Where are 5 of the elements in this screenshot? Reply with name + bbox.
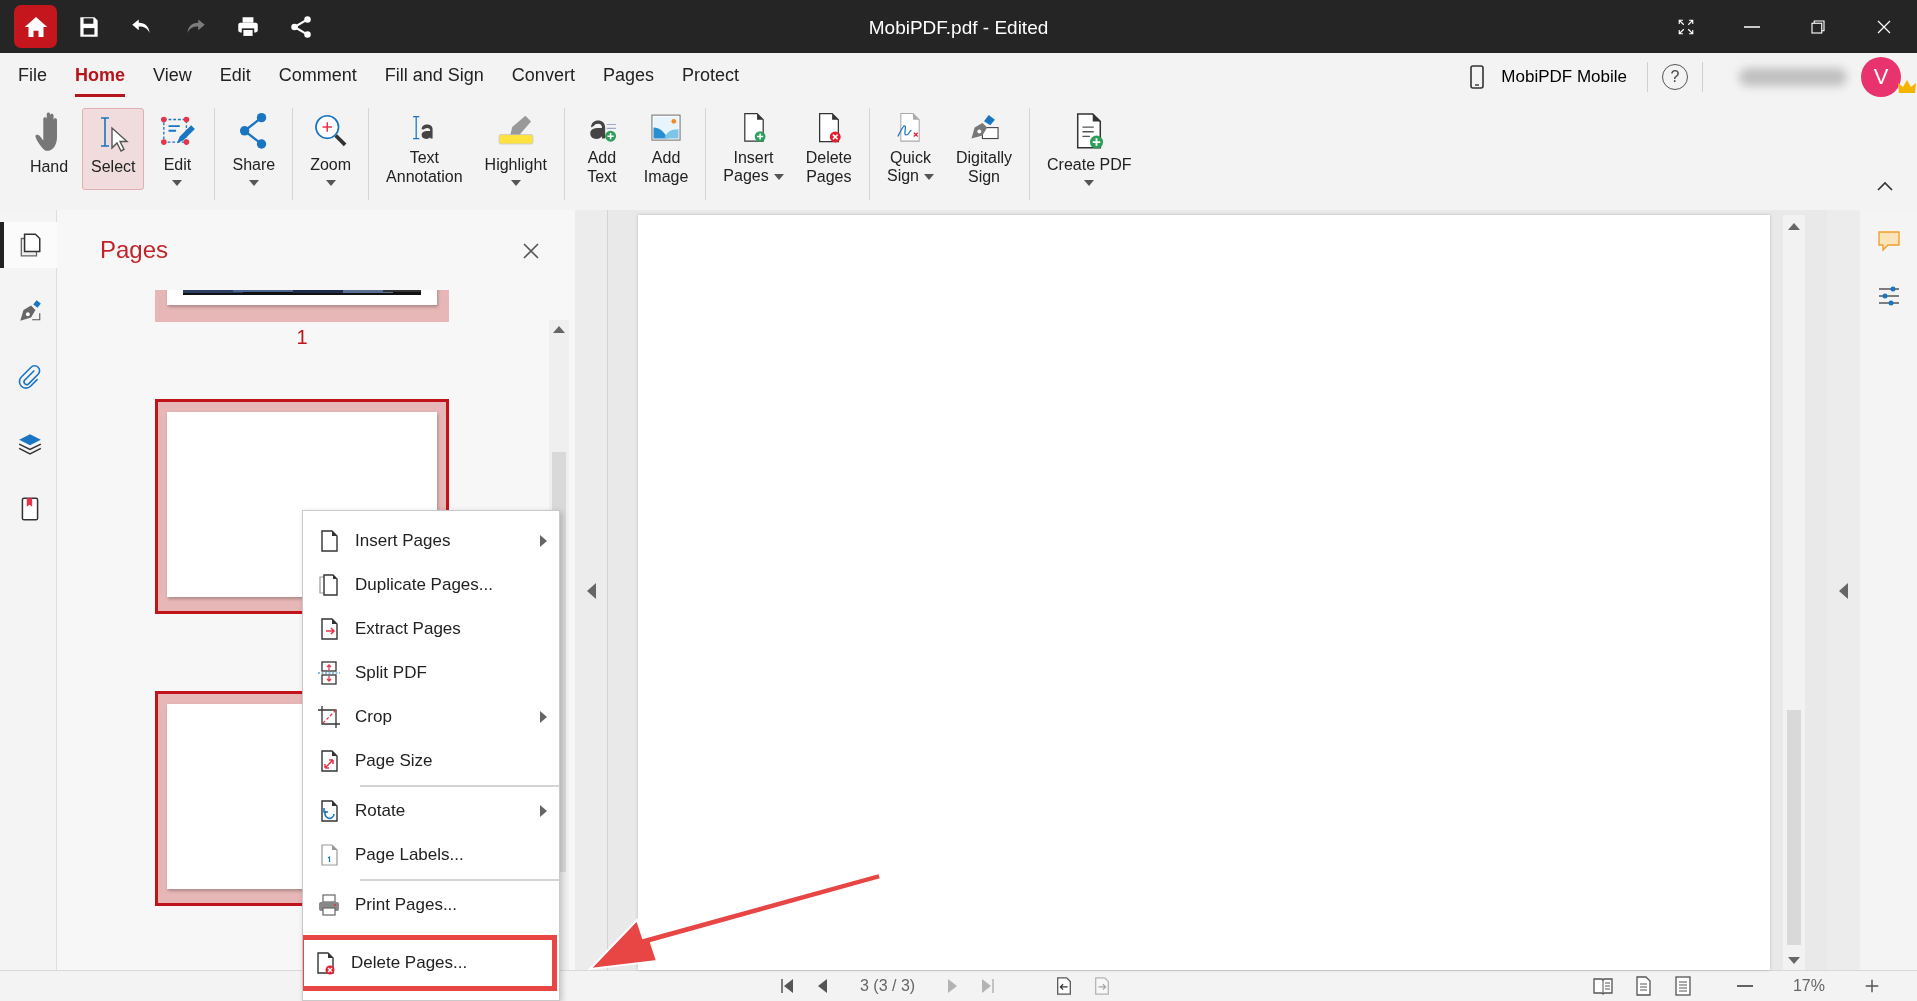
page-number: 1 <box>296 325 308 350</box>
zoom-level: 17% <box>1792 976 1825 996</box>
window-title: MobiPDF.pdf - Edited <box>868 17 1049 38</box>
page-indicator: 3 (3 / 3) <box>860 976 916 996</box>
panel-title: Pages <box>100 235 169 265</box>
